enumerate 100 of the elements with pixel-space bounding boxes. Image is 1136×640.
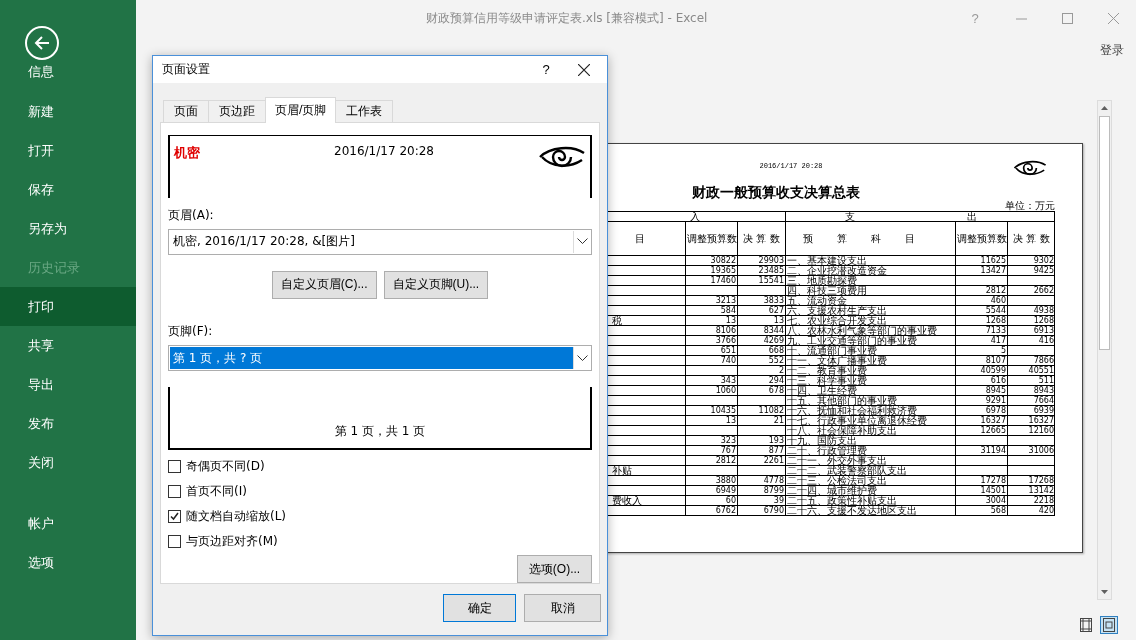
table-cell: 11625 <box>955 256 1007 266</box>
backstage-menu-item[interactable]: 打开 <box>0 131 136 170</box>
table-cell: 8344 <box>737 326 785 336</box>
table-cell: 5 <box>955 346 1007 356</box>
field-label: 页眉(A): <box>168 206 215 224</box>
ok-button[interactable]: 确定 <box>443 594 516 622</box>
table-cell: 17268 <box>1007 476 1055 486</box>
option-checkbox[interactable]: 与页边距对齐(M) <box>168 533 592 549</box>
table-cell <box>737 396 785 406</box>
header-dropdown[interactable]: 机密, 2016/1/17 20:28, &[图片] <box>168 228 592 255</box>
table-cell: 877 <box>737 446 785 456</box>
table-cell: 16327 <box>955 416 1007 426</box>
backstage-menu-item[interactable]: 信息 <box>0 60 136 84</box>
options-button[interactable]: 选项(O)... <box>517 555 592 583</box>
table-cell: 二十二、武装警察部队支出 <box>785 466 955 476</box>
table-cell: 14501 <box>955 486 1007 496</box>
table-cell: 16327 <box>1007 416 1055 426</box>
header-left-text: 机密 <box>174 144 201 162</box>
table-cell: 7133 <box>955 326 1007 336</box>
option-checkbox[interactable]: 随文档自动缩放(L) <box>168 508 592 524</box>
footer-preview-text: 第 1 页，共 1 页 <box>334 423 426 440</box>
table-cell: 二十三、公检法司支出 <box>785 476 955 486</box>
table-cell: 4269 <box>737 336 785 346</box>
scroll-down-icon[interactable] <box>1100 587 1109 596</box>
backstage-menu-item[interactable]: 打印 <box>0 287 136 326</box>
table-cell: 60 <box>685 496 737 506</box>
table-cell: 5544 <box>955 306 1007 316</box>
cancel-button[interactable]: 取消 <box>524 594 601 622</box>
table-cell: 1060 <box>685 386 737 396</box>
backstage-menu-item[interactable]: 发布 <box>0 404 136 443</box>
table-cell: 10435 <box>685 406 737 416</box>
table-cell: 3004 <box>955 496 1007 506</box>
table-cell: 2812 <box>955 286 1007 296</box>
backstage-menu-item[interactable]: 导出 <box>0 365 136 404</box>
table-cell: 323 <box>685 436 737 446</box>
eye-logo-icon <box>538 144 586 170</box>
table-cell: 3213 <box>685 296 737 306</box>
page-margins-icon <box>1080 618 1092 632</box>
dialog-tab[interactable]: 页眉/页脚 <box>265 97 337 123</box>
table-cell: 9302 <box>1007 256 1055 266</box>
table-cell: 12160 <box>1007 426 1055 436</box>
backstage-menu-item[interactable]: 保存 <box>0 170 136 209</box>
zoom-to-page-button[interactable] <box>1100 616 1118 634</box>
table-cell: 8943 <box>1007 386 1055 396</box>
table-cell: 二十、行政管理费 <box>785 446 955 456</box>
custom-button[interactable]: 自定义页眉(C)... <box>271 271 377 299</box>
option-checkbox[interactable]: 首页不同(I) <box>168 483 592 499</box>
table-cell: 3880 <box>685 476 737 486</box>
table-cell: 3766 <box>685 336 737 346</box>
table-cell: 616 <box>955 376 1007 386</box>
vertical-scrollbar[interactable] <box>1097 100 1112 600</box>
table-cell: 460 <box>955 296 1007 306</box>
backstage-menu-item[interactable]: 共享 <box>0 326 136 365</box>
backstage-menu-item[interactable]: 选项 <box>0 543 136 582</box>
table-cell: 十六、抚恤和社会福利救济费 <box>785 406 955 416</box>
table-cell: 416 <box>1007 336 1055 346</box>
table-cell: 13 <box>685 416 737 426</box>
back-button[interactable] <box>25 26 59 60</box>
table-cell: 6762 <box>685 506 737 516</box>
table-cell <box>955 276 1007 286</box>
help-button[interactable]: ? <box>531 62 561 77</box>
table-cell: 17460 <box>685 276 737 286</box>
scroll-up-icon[interactable] <box>1100 104 1109 113</box>
custom-button[interactable]: 自定义页脚(U)... <box>383 271 489 299</box>
column-header: 预算科目 <box>785 222 955 256</box>
window-title: 财政预算信用等级申请评定表.xls [兼容模式] - Excel <box>426 9 708 27</box>
table-cell <box>955 436 1007 446</box>
field-label: 页脚(F): <box>168 323 214 340</box>
table-cell: 二十五、政策性补贴支出 <box>785 496 955 506</box>
sign-in-link[interactable]: 登录 <box>1100 41 1124 59</box>
table-cell: 十九、国防支出 <box>785 436 955 446</box>
column-header: 调整预算数 <box>955 222 1007 256</box>
option-checkbox[interactable]: 奇偶页不同(D) <box>168 458 592 474</box>
dialog-tab[interactable]: 工作表 <box>335 100 394 123</box>
table-cell: 13 <box>737 316 785 326</box>
table-cell: 二、企业挖潜改造资金 <box>785 266 955 276</box>
dialog-tab[interactable]: 页面 <box>163 100 209 123</box>
header-center-text: 2016/1/17 20:28 <box>333 144 435 158</box>
backstage-menu-item[interactable]: 关闭 <box>0 443 136 482</box>
show-margins-button[interactable] <box>1077 616 1095 634</box>
back-arrow-icon <box>33 34 51 52</box>
eye-logo-icon <box>1013 158 1047 178</box>
table-cell: 四、科技三项费用 <box>785 286 955 296</box>
backstage-menu-item[interactable]: 帐户 <box>0 504 136 543</box>
table-cell <box>955 466 1007 476</box>
table-cell: 6978 <box>955 406 1007 416</box>
scrollbar-thumb[interactable] <box>1099 116 1110 350</box>
table-cell: 十五、其他部门的事业费 <box>785 396 955 406</box>
table-cell: 一、基本建设支出 <box>785 256 955 266</box>
table-cell: 9425 <box>1007 266 1055 276</box>
table-cell <box>685 396 737 406</box>
backstage-menu-item[interactable]: 另存为 <box>0 209 136 248</box>
table-cell: 417 <box>955 336 1007 346</box>
unit-label: 单位：万元 <box>1004 200 1055 211</box>
table-cell: 2218 <box>1007 496 1055 506</box>
backstage-menu-item[interactable]: 新建 <box>0 92 136 131</box>
footer-dropdown[interactable]: 第 1 页，共 ? 页 <box>168 345 592 372</box>
maximize-icon <box>1061 12 1073 24</box>
table-cell: 294 <box>737 376 785 386</box>
table-cell: 627 <box>737 306 785 316</box>
